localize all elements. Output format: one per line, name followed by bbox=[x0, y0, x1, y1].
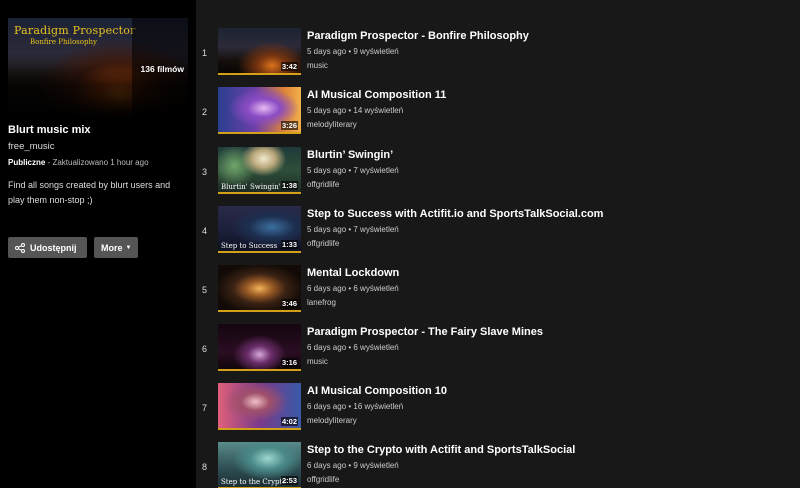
watch-progress-bar bbox=[218, 310, 301, 312]
video-title[interactable]: Step to Success with Actifit.io and Spor… bbox=[307, 208, 603, 220]
updated-label: - Zaktualizowano 1 hour ago bbox=[45, 158, 149, 167]
video-thumbnail[interactable]: 4:02 bbox=[218, 383, 301, 430]
playlist-title[interactable]: Blurt music mix bbox=[8, 124, 91, 136]
video-author[interactable]: lanefrog bbox=[307, 298, 336, 307]
video-index: 4 bbox=[202, 226, 208, 236]
share-button-label: Udostępnij bbox=[30, 242, 77, 253]
video-author[interactable]: offgridlife bbox=[307, 180, 339, 189]
more-button[interactable]: More ▼ bbox=[94, 237, 138, 258]
share-icon bbox=[15, 242, 25, 253]
video-index: 8 bbox=[202, 462, 208, 472]
watch-progress-bar bbox=[218, 428, 301, 430]
video-thumbnail[interactable]: 3:26 bbox=[218, 87, 301, 134]
video-index: 7 bbox=[202, 403, 208, 413]
video-meta: 6 days ago • 6 wyświetleń bbox=[307, 284, 399, 293]
playlist-meta: Publiczne - Zaktualizowano 1 hour ago bbox=[8, 158, 149, 167]
video-row[interactable]: 3 Blurtin' Swingin' 1:38 Blurtin’ Swingi… bbox=[196, 147, 800, 203]
video-meta: 5 days ago • 7 wyświetleń bbox=[307, 166, 399, 175]
cover-subtitle: Bonfire Philosophy bbox=[30, 38, 97, 46]
video-title[interactable]: AI Musical Composition 10 bbox=[307, 385, 447, 397]
playlist-cover[interactable]: Paradigm Prospector Bonfire Philosophy 1… bbox=[8, 18, 188, 118]
video-author[interactable]: music bbox=[307, 357, 328, 366]
video-row[interactable]: 1 3:42 Paradigm Prospector - Bonfire Phi… bbox=[196, 28, 800, 84]
video-meta: 6 days ago • 9 wyświetleń bbox=[307, 461, 399, 470]
video-title[interactable]: AI Musical Composition 11 bbox=[307, 89, 446, 101]
video-author[interactable]: melodyliterary bbox=[307, 416, 357, 425]
video-index: 6 bbox=[202, 344, 208, 354]
video-row[interactable]: 8 Step to the Crypto 2:53 Step to the Cr… bbox=[196, 442, 800, 488]
video-author[interactable]: offgridlife bbox=[307, 475, 339, 484]
video-title[interactable]: Step to the Crypto with Actifit and Spor… bbox=[307, 444, 575, 456]
video-meta: 5 days ago • 7 wyświetleń bbox=[307, 225, 399, 234]
video-title[interactable]: Mental Lockdown bbox=[307, 267, 399, 279]
thumbnail-text: Blurtin' Swingin' bbox=[221, 183, 281, 191]
cover-title: Paradigm Prospector bbox=[14, 24, 136, 37]
video-thumbnail[interactable]: Blurtin' Swingin' 1:38 bbox=[218, 147, 301, 194]
visibility-label: Publiczne bbox=[8, 158, 46, 167]
video-thumbnail[interactable]: Step to the Crypto 2:53 bbox=[218, 442, 301, 488]
video-meta: 5 days ago • 9 wyświetleń bbox=[307, 47, 399, 56]
video-duration: 2:53 bbox=[280, 476, 298, 485]
video-count: 136 filmów bbox=[140, 64, 184, 74]
watch-progress-bar bbox=[218, 73, 301, 75]
video-index: 5 bbox=[202, 285, 208, 295]
playlist-video-list: 1 3:42 Paradigm Prospector - Bonfire Phi… bbox=[196, 0, 800, 488]
video-meta: 5 days ago • 14 wyświetleń bbox=[307, 106, 404, 115]
video-duration: 1:33 bbox=[280, 240, 298, 249]
video-duration: 4:02 bbox=[280, 417, 298, 426]
video-index: 3 bbox=[202, 167, 208, 177]
video-author[interactable]: melodyliterary bbox=[307, 120, 357, 129]
thumbnail-text: Step to Success bbox=[221, 242, 278, 250]
video-duration: 3:46 bbox=[280, 299, 298, 308]
watch-progress-bar bbox=[218, 369, 301, 371]
video-author[interactable]: offgridlife bbox=[307, 239, 339, 248]
video-row[interactable]: 6 3:16 Paradigm Prospector - The Fairy S… bbox=[196, 324, 800, 380]
video-index: 2 bbox=[202, 107, 208, 117]
share-button[interactable]: Udostępnij bbox=[8, 237, 87, 258]
video-title[interactable]: Paradigm Prospector - The Fairy Slave Mi… bbox=[307, 326, 543, 338]
video-meta: 6 days ago • 16 wyświetleń bbox=[307, 402, 404, 411]
video-duration: 3:26 bbox=[280, 121, 298, 130]
video-row[interactable]: 7 4:02 AI Musical Composition 10 6 days … bbox=[196, 383, 800, 439]
video-duration: 1:38 bbox=[280, 181, 298, 190]
video-row[interactable]: 4 Step to Success 1:33 Step to Success w… bbox=[196, 206, 800, 262]
watch-progress-bar bbox=[218, 132, 301, 134]
watch-progress-bar bbox=[218, 192, 301, 194]
caret-down-icon: ▼ bbox=[125, 244, 132, 251]
video-index: 1 bbox=[202, 48, 208, 58]
video-duration: 3:16 bbox=[280, 358, 298, 367]
playlist-description: Find all songs created by blurt users an… bbox=[8, 180, 171, 205]
watch-progress-bar bbox=[218, 251, 301, 253]
video-thumbnail[interactable]: 3:46 bbox=[218, 265, 301, 312]
video-author[interactable]: music bbox=[307, 61, 328, 70]
playlist-owner[interactable]: free_music bbox=[8, 141, 54, 152]
video-thumbnail[interactable]: Step to Success 1:33 bbox=[218, 206, 301, 253]
more-button-label: More bbox=[101, 242, 123, 253]
video-duration: 3:42 bbox=[280, 62, 298, 71]
thumbnail-text: Step to the Crypto bbox=[221, 478, 287, 486]
video-title[interactable]: Blurtin’ Swingin’ bbox=[307, 149, 393, 161]
video-row[interactable]: 5 3:46 Mental Lockdown 6 days ago • 6 wy… bbox=[196, 265, 800, 321]
video-row[interactable]: 2 3:26 AI Musical Composition 11 5 days … bbox=[196, 87, 800, 143]
video-thumbnail[interactable]: 3:16 bbox=[218, 324, 301, 371]
video-title[interactable]: Paradigm Prospector - Bonfire Philosophy bbox=[307, 30, 529, 42]
playlist-sidebar: Paradigm Prospector Bonfire Philosophy 1… bbox=[0, 0, 196, 488]
video-thumbnail[interactable]: 3:42 bbox=[218, 28, 301, 75]
video-meta: 6 days ago • 6 wyświetleń bbox=[307, 343, 399, 352]
